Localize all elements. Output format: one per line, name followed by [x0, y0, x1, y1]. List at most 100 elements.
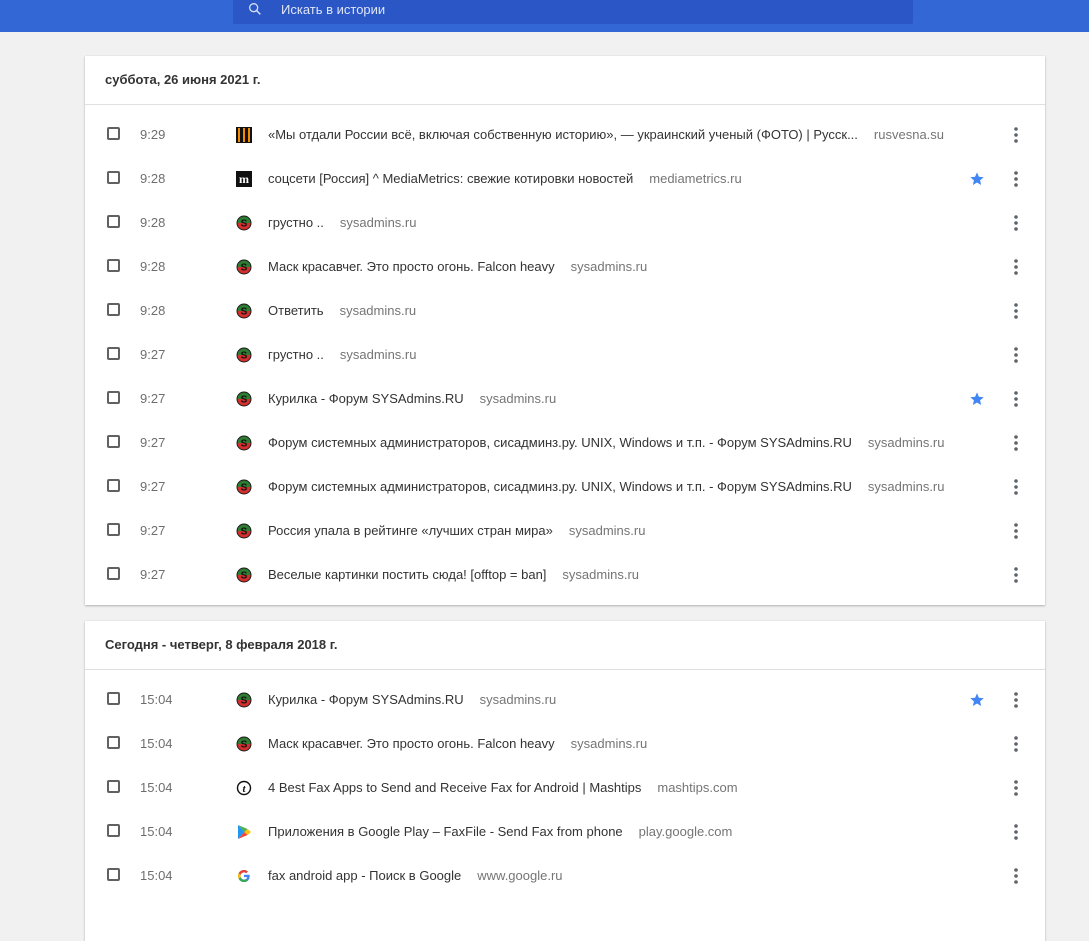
entry-checkbox[interactable] [107, 435, 120, 448]
entry-time: 9:27 [140, 479, 166, 494]
entry-checkbox[interactable] [107, 303, 120, 316]
entry-title-link[interactable]: грустно .. [268, 333, 324, 377]
more-actions-icon[interactable] [1006, 565, 1026, 585]
entry-title-link[interactable]: fax android app - Поиск в Google [268, 854, 461, 898]
history-entry[interactable]: 9:28 m соцсети [Россия] ^ MediaMetrics: св… [85, 157, 1045, 201]
entry-checkbox[interactable] [107, 215, 120, 228]
entry-checkbox[interactable] [107, 391, 120, 404]
entry-title-link[interactable]: 4 Best Fax Apps to Send and Receive Fax … [268, 766, 641, 810]
sysadmins-icon: S [236, 347, 252, 363]
more-actions-icon[interactable] [1006, 389, 1026, 409]
sysadmins-icon: S [236, 215, 252, 231]
svg-text:S: S [241, 219, 248, 230]
history-entry[interactable]: 9:27 S Форум системных администраторов, си… [85, 421, 1045, 465]
entry-checkbox[interactable] [107, 127, 120, 140]
history-entry[interactable]: 9:28 Sгрустно .. sysadmins.ru [85, 201, 1045, 245]
history-entry[interactable]: 9:29 «Мы отдали России всё, включая собст… [85, 113, 1045, 157]
more-actions-icon[interactable] [1006, 169, 1026, 189]
history-entry[interactable]: 9:27 S Курилка - Форум SYSAdmins.RU sysadmi… [85, 377, 1045, 421]
more-actions-icon[interactable] [1006, 521, 1026, 541]
history-entry[interactable]: 15:04 S Курилка - Форум SYSAdmins.RU sysadm… [85, 678, 1045, 722]
entry-title-link[interactable]: Россия упала в рейтинге «лучших стран ми… [268, 509, 553, 553]
more-actions-icon[interactable] [1006, 345, 1026, 365]
entry-title-link[interactable]: Курилка - Форум SYSAdmins.RU [268, 377, 464, 421]
entry-checkbox[interactable] [107, 347, 120, 360]
entry-title-link[interactable]: грустно .. [268, 201, 324, 245]
more-actions-icon[interactable] [1006, 778, 1026, 798]
entry-title-link[interactable]: «Мы отдали России всё, включая собственн… [268, 113, 858, 157]
entry-title-link[interactable]: Приложения в Google Play – FaxFile - Sen… [268, 810, 623, 854]
svg-text:t: t [242, 783, 246, 795]
sysadmins-icon: S [236, 259, 252, 275]
history-entry[interactable]: 9:27 S Россия упала в рейтинге «лучших стр… [85, 509, 1045, 553]
entry-title-link[interactable]: Форум системных администраторов, сисадми… [268, 421, 852, 465]
svg-text:m: m [239, 172, 249, 186]
entry-title-link[interactable]: Маск красавчег. Это просто огонь. Falcon… [268, 722, 555, 766]
history-entry[interactable]: 9:27 S Форум системных администраторов, си… [85, 465, 1045, 509]
history-entry[interactable]: 9:27 Sгрустно .. sysadmins.ru [85, 333, 1045, 377]
entry-domain: sysadmins.ru [479, 692, 557, 707]
entry-title-wrap: Форум системных администраторов, сисадми… [268, 465, 944, 509]
entry-title-wrap: Россия упала в рейтинге «лучших стран ми… [268, 509, 645, 553]
history-entry[interactable]: 9:28 S Ответить sysadmins.ru [85, 289, 1045, 333]
more-actions-icon[interactable] [1006, 213, 1026, 233]
history-entry[interactable]: 15:04 fax android app - Поиск в Google www… [85, 854, 1045, 898]
more-actions-icon[interactable] [1006, 433, 1026, 453]
sysadmins-icon: S [236, 391, 252, 407]
entry-checkbox[interactable] [107, 868, 120, 881]
svg-text:S: S [241, 439, 248, 450]
entry-domain: sysadmins.ru [562, 567, 639, 582]
entry-time: 9:27 [140, 523, 166, 538]
history-list: 9:29 «Мы отдали России всё, включая собст… [85, 105, 1045, 605]
history-entry[interactable]: 15:04 t 4 Best Fax Apps to Send and Receiv… [85, 766, 1045, 810]
entry-checkbox[interactable] [107, 259, 120, 272]
entry-checkbox[interactable] [107, 523, 120, 536]
more-actions-icon[interactable] [1006, 125, 1026, 145]
history-card: Сегодня - четверг, 8 февраля 2018 г. 15:… [85, 621, 1045, 941]
more-actions-icon[interactable] [1006, 690, 1026, 710]
entry-time: 9:28 [140, 303, 166, 318]
entry-title-link[interactable]: Курилка - Форум SYSAdmins.RU [268, 678, 464, 722]
svg-text:S: S [241, 395, 248, 406]
entry-domain: sysadmins.ru [339, 215, 417, 230]
more-actions-icon[interactable] [1006, 822, 1026, 842]
rusvesna-icon [236, 127, 252, 143]
entry-title-wrap: Форум системных администраторов, сисадми… [268, 421, 944, 465]
entry-time: 15:04 [140, 868, 173, 883]
more-actions-icon[interactable] [1006, 866, 1026, 886]
svg-text:S: S [241, 740, 248, 751]
entry-checkbox[interactable] [107, 824, 120, 837]
history-entry[interactable]: 15:04 S Маск красавчег. Это просто огонь. … [85, 722, 1045, 766]
entry-domain: www.google.ru [477, 868, 563, 883]
history-entry[interactable]: 9:28 S Маск красавчег. Это просто огонь. F… [85, 245, 1045, 289]
entry-domain: sysadmins.ru [479, 391, 557, 406]
more-actions-icon[interactable] [1006, 477, 1026, 497]
entry-checkbox[interactable] [107, 479, 120, 492]
entry-title-link[interactable]: Маск красавчег. Это просто огонь. Falcon… [268, 245, 555, 289]
history-entry[interactable]: 15:04 Приложения в Google Play – FaxFile … [85, 810, 1045, 854]
entry-title-wrap: Курилка - Форум SYSAdmins.RU sysadmins.ru [268, 377, 556, 421]
entry-title-link[interactable]: Веселые картинки постить сюда! [offtop =… [268, 553, 546, 597]
entry-checkbox[interactable] [107, 780, 120, 793]
entry-title-link[interactable]: соцсети [Россия] ^ MediaMetrics: свежие … [268, 157, 633, 201]
entry-checkbox[interactable] [107, 567, 120, 580]
more-actions-icon[interactable] [1006, 301, 1026, 321]
svg-text:S: S [241, 307, 248, 318]
history-entry[interactable]: 9:27 S Веселые картинки постить сюда! [off… [85, 553, 1045, 597]
entry-time: 9:28 [140, 171, 166, 186]
sysadmins-icon: S [236, 479, 252, 495]
bookmark-star-icon [969, 171, 985, 187]
entry-checkbox[interactable] [107, 171, 120, 184]
entry-time: 15:04 [140, 780, 173, 795]
entry-title-link[interactable]: Форум системных администраторов, сисадми… [268, 465, 852, 509]
entry-title-link[interactable]: Ответить [268, 289, 324, 333]
entry-title-wrap: Приложения в Google Play – FaxFile - Sen… [268, 810, 732, 854]
entry-checkbox[interactable] [107, 692, 120, 705]
entry-checkbox[interactable] [107, 736, 120, 749]
entry-title-wrap: 4 Best Fax Apps to Send and Receive Fax … [268, 766, 738, 810]
more-actions-icon[interactable] [1006, 257, 1026, 277]
search-box[interactable] [233, 0, 913, 24]
more-actions-icon[interactable] [1006, 734, 1026, 754]
svg-text:S: S [241, 571, 248, 582]
search-input[interactable] [279, 0, 883, 18]
